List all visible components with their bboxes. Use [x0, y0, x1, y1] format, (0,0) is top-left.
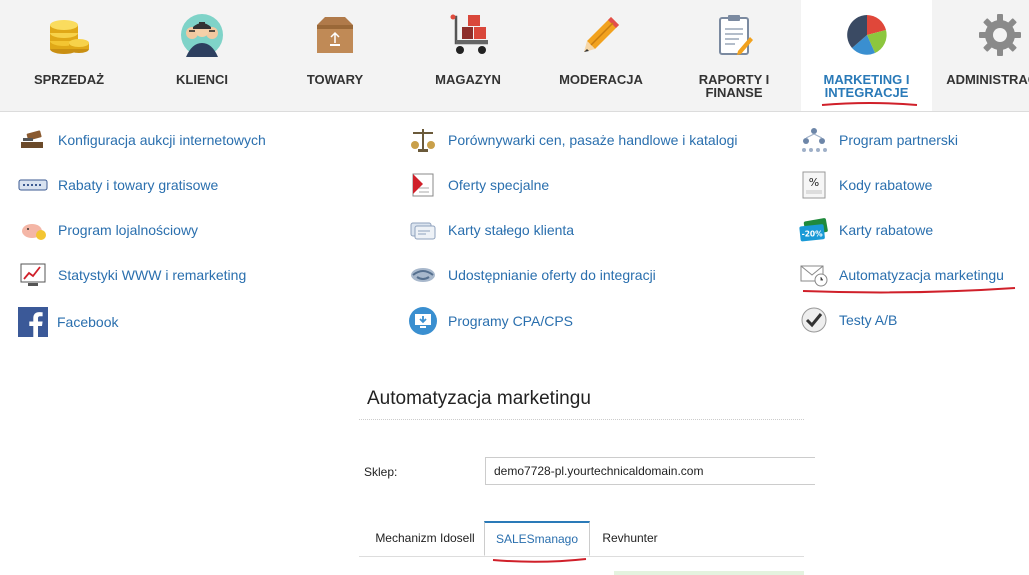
discount-tag-icon: [18, 170, 48, 200]
automation-panel: Automatyzacja marketingu Sklep: Mechaniz…: [359, 375, 815, 575]
discount-card-icon: -20%: [799, 215, 829, 245]
nav-label: RAPORTY I FINANSE: [698, 72, 770, 100]
tab-content: [614, 571, 804, 575]
nav-item-magazyn[interactable]: MAGAZYN: [413, 0, 523, 111]
partner-network-icon: [799, 125, 829, 155]
nav-label: TOWARY: [306, 72, 364, 87]
menu-item-facebook[interactable]: Facebook: [18, 306, 118, 338]
nav-item-raporty-i-finanse[interactable]: RAPORTY I FINANSE: [679, 0, 789, 111]
facebook-icon: [18, 307, 48, 337]
menu-item-udostepnianie-oferty[interactable]: Udostępnianie oferty do integracji: [408, 259, 656, 291]
annotation-underline: [802, 287, 1016, 294]
nav-item-towary[interactable]: TOWARY: [280, 0, 390, 111]
menu-item-porownywarki-cen[interactable]: Porównywarki cen, pasaże handlowe i kata…: [408, 124, 738, 156]
svg-text:-20%: -20%: [802, 230, 824, 239]
top-navigation: SPRZEDAŻ KLIENCI TOWARY MAGAZYN MODERACJ…: [0, 0, 1029, 112]
clipboard-icon: [710, 11, 758, 59]
page-title: Automatyzacja marketingu: [367, 388, 591, 409]
nav-item-marketing-i-integracje[interactable]: MARKETING I INTEGRACJE: [801, 0, 932, 111]
divider: [359, 419, 804, 420]
percent-code-icon: %: [799, 170, 829, 200]
special-offer-icon: [408, 170, 438, 200]
menu-item-programy-cpa-cps[interactable]: Programy CPA/CPS: [408, 305, 573, 337]
shop-label: Sklep:: [364, 465, 398, 479]
scales-icon: [408, 125, 438, 155]
piggy-bank-icon: [18, 215, 48, 245]
people-icon: [178, 11, 226, 59]
menu-item-testy-ab[interactable]: Testy A/B: [799, 304, 897, 336]
menu-item-statystyki-www[interactable]: Statystyki WWW i remarketing: [18, 259, 246, 291]
menu-item-rabaty-i-towary[interactable]: Rabaty i towary gratisowe: [18, 169, 218, 201]
tab-salesmanago[interactable]: SALESmanago: [484, 521, 590, 556]
nav-label: ADMINISTRACJA: [946, 72, 1029, 87]
tab-revhunter[interactable]: Revhunter: [595, 521, 665, 555]
gear-icon: [976, 11, 1024, 59]
nav-item-klienci[interactable]: KLIENCI: [147, 0, 257, 111]
hand-truck-icon: [444, 11, 492, 59]
nav-label: MODERACJA: [559, 72, 643, 87]
menu-item-oferty-specjalne[interactable]: Oferty specjalne: [408, 169, 549, 201]
nav-label: KLIENCI: [176, 72, 228, 87]
gavel-icon: [18, 125, 48, 155]
tabs: Mechanizm Idosell SALESmanago Revhunter: [359, 521, 804, 557]
handshake-icon: [408, 260, 438, 290]
coins-icon: [45, 11, 93, 59]
menu-item-konfiguracja-aukcji[interactable]: Konfiguracja aukcji internetowych: [18, 124, 266, 156]
menu-item-karty-stalego-klienta[interactable]: Karty stałego klienta: [408, 214, 574, 246]
nav-item-sprzedaz[interactable]: SPRZEDAŻ: [14, 0, 124, 111]
customer-cards-icon: [408, 215, 438, 245]
nav-label: MARKETING I INTEGRACJE: [823, 72, 910, 100]
box-icon: [311, 11, 359, 59]
tab-mechanizm-idosell[interactable]: Mechanizm Idosell: [364, 521, 486, 555]
nav-label: SPRZEDAŻ: [33, 72, 105, 87]
stats-chart-icon: [18, 260, 48, 290]
annotation-underline: [492, 558, 587, 563]
pencil-icon: [577, 11, 625, 59]
nav-item-moderacja[interactable]: MODERACJA: [546, 0, 656, 111]
annotation-underline: [821, 102, 918, 106]
checkmark-icon: [799, 305, 829, 335]
shop-input[interactable]: [485, 457, 815, 485]
marketing-megamenu: Konfiguracja aukcji internetowych Rabaty…: [0, 112, 1029, 345]
svg-text:%: %: [809, 176, 819, 189]
pie-chart-icon: [843, 11, 891, 59]
menu-item-kody-rabatowe[interactable]: % Kody rabatowe: [799, 169, 932, 201]
menu-item-program-lojalnosciowy[interactable]: Program lojalnościowy: [18, 214, 198, 246]
cpa-monitor-icon: [408, 306, 438, 336]
menu-item-program-partnerski[interactable]: Program partnerski: [799, 124, 958, 156]
menu-item-karty-rabatowe[interactable]: -20% Karty rabatowe: [799, 214, 933, 246]
nav-item-administracja[interactable]: ADMINISTRACJA: [945, 0, 1029, 111]
nav-label: MAGAZYN: [435, 72, 501, 87]
